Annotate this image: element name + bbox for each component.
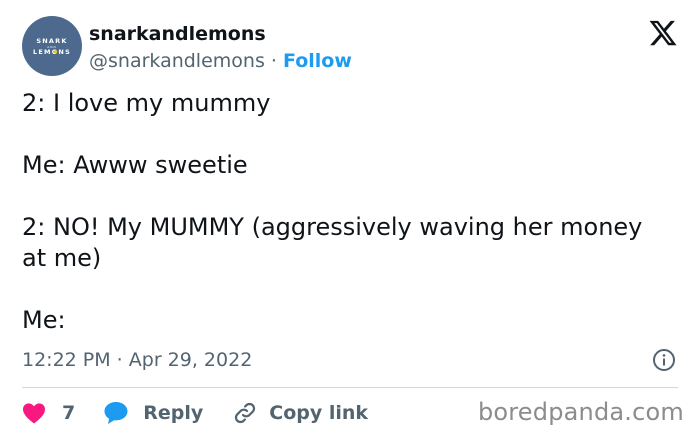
tweet-line: 2: NO! My MUMMY (aggressively waving her… [22,213,643,272]
reply-button[interactable]: Reply [103,401,203,425]
tweet-timestamp[interactable]: 12:22 PM · Apr 29, 2022 [22,347,252,373]
handle-separator: · [270,50,277,72]
like-count: 7 [62,402,76,424]
watermark: boredpanda.com [477,398,684,426]
svg-text:LEMONS: LEMONS [33,48,71,56]
avatar[interactable]: SNARK AND LEMONS [22,16,82,76]
link-icon [235,402,256,424]
author-name[interactable]: snarkandlemons [89,21,352,47]
copy-link-label: Copy link [269,402,369,424]
author-handle[interactable]: @snarkandlemons [89,50,265,72]
tweet-line: Me: Awww sweetie [22,151,248,179]
like-button[interactable]: 7 [22,402,75,424]
x-logo-icon[interactable] [648,18,678,48]
avatar-logo-icon: SNARK AND LEMONS [33,37,71,56]
handle-row: @snarkandlemons · Follow [89,47,352,75]
speech-bubble-icon [104,402,128,424]
follow-button[interactable]: Follow [283,50,352,72]
svg-text:SNARK: SNARK [36,37,67,45]
copy-link-button[interactable]: Copy link [233,401,368,425]
reply-label: Reply [143,402,204,424]
action-bar: 7 Reply Copy link [22,399,368,427]
info-icon[interactable] [652,348,676,372]
tweet-card: SNARK AND LEMONS snarkandlemons @snarkan… [0,0,700,440]
tweet-text: 2: I love my mummy Me: Awww sweetie 2: N… [22,88,662,367]
author-block: snarkandlemons @snarkandlemons · Follow [89,21,352,75]
divider [22,387,678,388]
tweet-line: 2: I love my mummy [22,89,271,117]
tweet-line: Me: [22,306,66,334]
heart-icon [23,403,45,424]
